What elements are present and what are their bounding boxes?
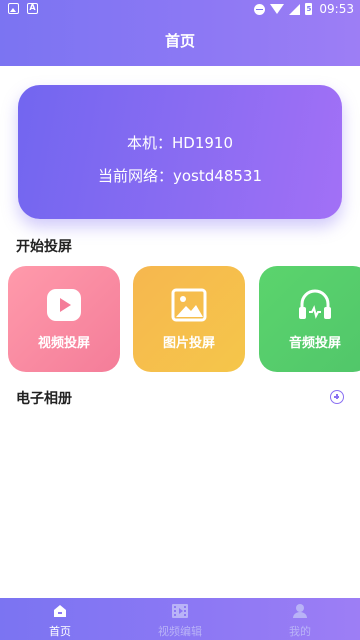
nav-me[interactable]: 我的 — [240, 598, 360, 640]
video-cast-tile[interactable]: 视频投屏 — [8, 266, 120, 372]
nav-video-edit-label: 视频编辑 — [158, 625, 202, 638]
device-info-card: 本机：HD1910 当前网络：yostd48531 — [18, 85, 342, 219]
photo-cast-tile[interactable]: 图片投屏 — [133, 266, 245, 372]
network-name: 当前网络：yostd48531 — [98, 167, 262, 185]
signal-icon — [289, 3, 301, 15]
image-icon — [171, 288, 207, 322]
gallery-notification-icon — [8, 3, 19, 14]
user-icon — [293, 604, 307, 618]
audio-cast-label: 音频投屏 — [288, 336, 341, 351]
status-time: 09:53 — [319, 2, 354, 16]
top-header-bar: A 5 09:53 首页 — [0, 0, 360, 66]
dnd-icon — [254, 3, 266, 15]
video-cast-label: 视频投屏 — [37, 336, 90, 351]
nav-me-label: 我的 — [289, 625, 311, 638]
start-cast-title: 开始投屏 — [16, 239, 72, 255]
audio-cast-tile[interactable]: 音频投屏 — [259, 266, 360, 372]
album-title: 电子相册 — [16, 391, 72, 407]
nav-home[interactable]: 首页 — [0, 598, 120, 640]
battery-icon: 5 — [305, 3, 313, 15]
wifi-icon — [270, 4, 285, 14]
home-icon — [54, 605, 66, 617]
device-name: 本机：HD1910 — [126, 134, 233, 152]
film-icon — [172, 604, 188, 618]
nav-home-label: 首页 — [49, 625, 71, 638]
status-bar: A 5 09:53 — [0, 0, 360, 20]
add-album-button[interactable] — [330, 390, 344, 404]
headphones-icon — [299, 289, 331, 319]
a-notification-icon: A — [27, 3, 38, 14]
play-icon — [47, 289, 81, 321]
nav-video-edit[interactable]: 视频编辑 — [120, 598, 240, 640]
photo-cast-label: 图片投屏 — [162, 336, 215, 351]
bottom-nav: 首页 视频编辑 我的 — [0, 598, 360, 640]
page-title: 首页 — [164, 32, 195, 50]
